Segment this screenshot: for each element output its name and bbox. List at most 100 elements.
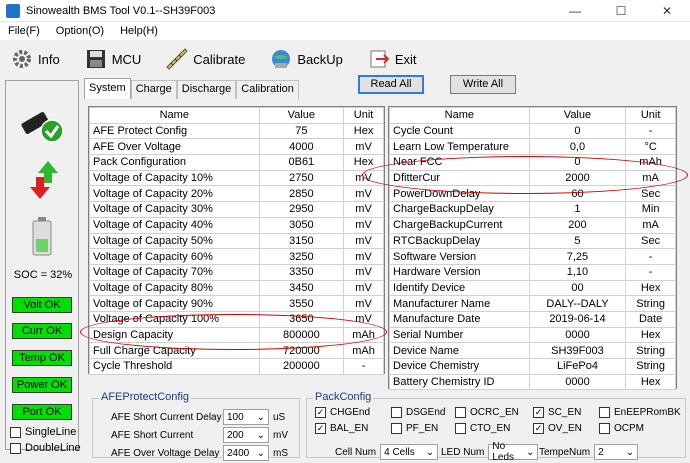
table-row[interactable]: Serial Number 0000 Hex [389, 326, 676, 344]
table-row[interactable]: Software Version 7,25- [389, 248, 676, 265]
table-row[interactable]: Voltage of Capacity 80% 3450 mV [89, 279, 384, 297]
cell-unit: Date [625, 310, 676, 328]
write-all-button[interactable]: Write All [450, 75, 516, 94]
info-button[interactable]: Info [10, 47, 60, 71]
pack-checkbox-ocrc_en[interactable]: OCRC_EN [455, 407, 519, 418]
cell-value[interactable]: 200 [528, 216, 627, 234]
cell-value[interactable]: 0,0 [528, 138, 627, 156]
table-row[interactable]: ChargeBackupCurrent 200 mA [389, 216, 676, 234]
backup-button[interactable]: BackUp [269, 47, 343, 71]
cell-value[interactable]: 3450 [258, 279, 345, 297]
cell-unit: mV [343, 279, 384, 297]
cell-value[interactable]: 4000 [258, 138, 345, 156]
chevron-down-icon: ⌄ [425, 446, 435, 458]
table-row[interactable]: Battery Chemistry ID 0000 Hex [389, 373, 676, 391]
cell-value[interactable]: 1 [528, 201, 627, 218]
table-row[interactable]: Voltage of Capacity 50% 3150 mV [89, 232, 384, 250]
cell-value[interactable]: 2019-06-14 [528, 310, 627, 328]
cell-value[interactable]: SH39F003 [528, 342, 627, 359]
table-row[interactable]: AFE Protect Config 75 Hex [89, 122, 384, 140]
cell-value[interactable]: 2950 [258, 201, 345, 218]
pack-checkbox-eneeprombk[interactable]: EnEEPRomBK [599, 407, 681, 418]
afe-short-delay-select[interactable]: 100 ⌄ [223, 409, 269, 425]
afe-over-voltage-delay-select[interactable]: 2400 ⌄ [223, 445, 269, 461]
table-row[interactable]: Voltage of Capacity 10% 2750 mV [89, 169, 384, 187]
minimize-button[interactable]: — [552, 0, 598, 22]
pack-checkbox-ov_en[interactable]: ✓ OV_EN [533, 423, 582, 434]
cell-num-select[interactable]: 4 Cells ⌄ [380, 444, 439, 460]
close-button[interactable]: ✕ [644, 0, 690, 22]
cell-value[interactable]: 2850 [258, 185, 345, 203]
mcu-button[interactable]: MCU [84, 47, 141, 71]
cell-value[interactable]: 75 [258, 122, 345, 140]
pack-checkbox-sc_en[interactable]: ✓ SC_EN [533, 407, 581, 418]
cell-value[interactable]: 5 [528, 232, 627, 250]
table-row[interactable]: Pack Configuration 0B61 Hex [89, 154, 384, 171]
pack-checkbox-ocpm[interactable]: OCPM [599, 423, 644, 434]
cell-value[interactable]: 3150 [258, 232, 345, 250]
cell-value[interactable]: 00 [528, 279, 627, 297]
exit-button[interactable]: Exit [367, 47, 417, 71]
table-row[interactable]: Hardware Version 1,10- [389, 263, 676, 281]
pack-checkbox-cto_en[interactable]: CTO_EN [455, 423, 510, 434]
table-row[interactable]: ChargeBackupDelay 1 Min [389, 201, 676, 218]
table-row[interactable]: Voltage of Capacity 40% 3050 mV [89, 216, 384, 234]
cell-value[interactable]: 2750 [258, 169, 345, 187]
cell-value[interactable]: 3050 [258, 216, 345, 234]
read-all-button[interactable]: Read All [358, 75, 424, 94]
table-row[interactable]: Voltage of Capacity 70% 3350 mV [89, 263, 384, 281]
pack-checkbox-dsgend[interactable]: DSGEnd [391, 407, 445, 418]
led-num-select[interactable]: No Leds ⌄ [488, 441, 539, 463]
table-row[interactable]: Voltage of Capacity 60% 3250 mV [89, 248, 384, 265]
tab-charge[interactable]: Charge [130, 80, 177, 99]
pack-checkbox-chgend[interactable]: ✓ CHGEnd [315, 407, 370, 418]
table-row[interactable]: Manufacturer Name DALY--DALY String [389, 295, 676, 312]
cell-value[interactable]: LiFePo4 [528, 358, 627, 375]
cell-value[interactable]: DALY--DALY [528, 295, 627, 312]
cell-value[interactable]: 7,25 [528, 248, 627, 265]
cell-name: Voltage of Capacity 20% [89, 185, 260, 203]
cell-unit: mV [343, 138, 384, 156]
menu-help[interactable]: Help(H) [112, 25, 166, 37]
menu-option[interactable]: Option(O) [48, 25, 112, 37]
table-row[interactable]: Identify Device 00 Hex [389, 279, 676, 297]
cell-value[interactable]: 3250 [258, 248, 345, 265]
cell-name: Voltage of Capacity 80% [89, 279, 260, 297]
table-row[interactable]: Cycle Count 0- [389, 122, 676, 140]
tempe-num-select[interactable]: 2 ⌄ [594, 444, 639, 460]
header-name: Name [89, 107, 260, 124]
table-row[interactable]: Manufacture Date 2019-06-14 Date [389, 310, 676, 328]
cell-value[interactable]: 1,10 [528, 263, 627, 281]
table-row[interactable]: Cycle Threshold 200000- [89, 358, 384, 375]
cell-value[interactable]: 0B61 [258, 154, 345, 171]
calibrate-button[interactable]: Calibrate [165, 47, 245, 71]
cell-value[interactable]: 0000 [528, 373, 627, 391]
menu-bar: File(F) Option(O) Help(H) [0, 22, 690, 40]
menu-file[interactable]: File(F) [0, 25, 48, 37]
cell-value[interactable]: 0000 [528, 326, 627, 344]
tab-calibration[interactable]: Calibration [236, 80, 299, 99]
table-row[interactable]: Device Chemistry LiFePo4 String [389, 358, 676, 375]
cell-value[interactable]: 200000 [258, 358, 345, 375]
cell-value[interactable]: 0 [528, 122, 627, 140]
table-row[interactable]: Device Name SH39F003 String [389, 342, 676, 359]
tab-discharge[interactable]: Discharge [176, 80, 237, 99]
cell-unit: Hex [625, 373, 676, 391]
singleline-checkbox[interactable]: SingleLine [10, 426, 76, 438]
afe-over-voltage-delay-row: AFE Over Voltage Delay 2400 ⌄ mS [111, 445, 288, 461]
cell-value[interactable]: 3550 [258, 295, 345, 312]
afe-short-current-select[interactable]: 200 ⌄ [223, 427, 269, 443]
pack-checkbox-bal_en[interactable]: ✓ BAL_EN [315, 423, 368, 434]
table-row[interactable]: Learn Low Temperature 0,0 °C [389, 138, 676, 156]
doubleline-checkbox[interactable]: DoubleLine [10, 442, 81, 454]
maximize-button[interactable]: ☐ [598, 0, 644, 22]
cell-value[interactable]: 3350 [258, 263, 345, 281]
tab-system[interactable]: System [84, 78, 131, 99]
checkmark-icon: ✓ [533, 423, 544, 434]
table-row[interactable]: Voltage of Capacity 20% 2850 mV [89, 185, 384, 203]
table-row[interactable]: Voltage of Capacity 30% 2950 mV [89, 201, 384, 218]
table-row[interactable]: AFE Over Voltage 4000 mV [89, 138, 384, 156]
table-row[interactable]: Voltage of Capacity 90% 3550 mV [89, 295, 384, 312]
pack-checkbox-pf_en[interactable]: PF_EN [391, 423, 438, 434]
table-row[interactable]: RTCBackupDelay 5 Sec [389, 232, 676, 250]
